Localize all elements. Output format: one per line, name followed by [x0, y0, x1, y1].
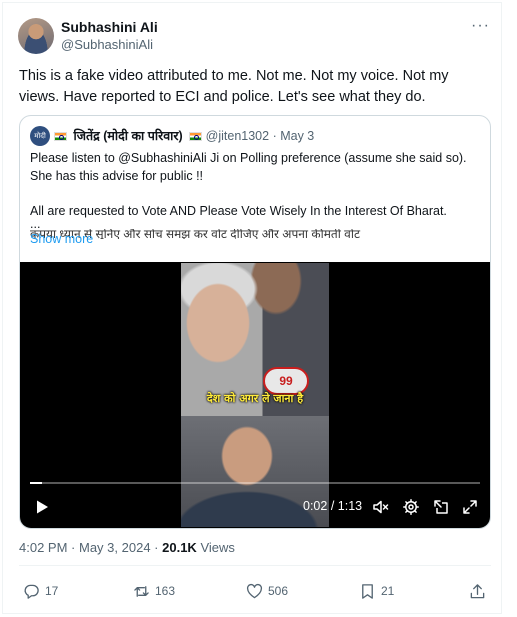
quoted-text: Please listen to @SubhashiniAli Ji on Po… [30, 150, 482, 239]
repost-count: 163 [155, 584, 176, 598]
quoted-line: All are requested to Vote AND Please Vot… [30, 203, 447, 218]
fullscreen-icon[interactable] [461, 498, 479, 516]
india-flag-icon [189, 132, 203, 141]
like-count: 506 [268, 584, 289, 598]
tweet-text: This is a fake video attributed to me. N… [19, 68, 449, 105]
india-flag-icon [54, 132, 67, 141]
separator-dot: · [154, 540, 163, 555]
divider [19, 565, 491, 566]
quoted-line: ... [30, 217, 41, 231]
reply-icon [24, 584, 39, 599]
repost-icon [134, 585, 149, 597]
tweet-timestamp: 4:02 PM · May 3, 2024 · 20.1K Views [19, 540, 235, 555]
quoted-author-handle[interactable]: @jiten1302 [206, 129, 269, 143]
views-label: Views [200, 540, 235, 555]
video-time-separator: / [330, 499, 338, 513]
more-dots-icon[interactable]: ··· [471, 17, 490, 35]
video-duration: 1:13 [337, 499, 363, 513]
reply-count: 17 [45, 584, 59, 598]
author-handle[interactable]: @SubhashiniAli [61, 37, 153, 52]
settings-gear-icon[interactable] [402, 498, 420, 516]
play-icon[interactable] [34, 499, 50, 515]
pip-icon[interactable] [432, 498, 450, 516]
quoted-date[interactable]: May 3 [280, 129, 314, 143]
author-name[interactable]: Subhashini Ali [61, 19, 158, 35]
video-caption: देश को अगर ले जाना है [206, 392, 304, 405]
bookmark-icon [362, 583, 373, 599]
bookmark-count: 21 [381, 584, 395, 598]
reply-button[interactable]: 17 [23, 581, 58, 601]
quoted-line: Please listen to @SubhashiniAli Ji on Po… [30, 151, 467, 165]
quoted-author-name[interactable]: जितेंद्र (मोदी का परिवार) [73, 129, 182, 143]
show-more-link[interactable]: Show more [30, 232, 93, 246]
video-current-time: 0:02 [303, 499, 328, 513]
separator-dot: · [71, 540, 79, 555]
repost-button[interactable]: 163 [133, 581, 175, 601]
quoted-line: She has this advise for public !! [30, 168, 204, 183]
mute-icon[interactable] [372, 498, 390, 516]
views-count: 20.1K [162, 540, 197, 555]
video-time: 0:02 / 1:13 [303, 499, 362, 513]
tweet-date[interactable]: May 3, 2024 [79, 540, 151, 555]
quoted-header: जितेंद्र (मोदी का परिवार) @jiten1302 · M… [54, 127, 314, 144]
tweet-card: Subhashini Ali @SubhashiniAli ··· This i… [2, 2, 502, 614]
like-button[interactable]: 506 [246, 581, 288, 601]
action-bar: 17 163 506 21 [3, 581, 503, 603]
bookmark-button[interactable]: 21 [359, 581, 394, 601]
avatar[interactable] [18, 18, 54, 54]
share-icon [470, 583, 485, 598]
video-progress-fill [30, 482, 42, 484]
video-frame: 99 देश को अगर ले जाना है [181, 263, 329, 527]
quoted-tweet[interactable]: मोदी जितेंद्र (मोदी का परिवार) @jiten130… [19, 115, 491, 529]
quoted-avatar[interactable]: मोदी [30, 126, 50, 146]
tweet-time[interactable]: 4:02 PM [19, 540, 67, 555]
video-progress-bar[interactable] [30, 482, 480, 484]
heart-icon [246, 583, 263, 598]
share-button[interactable] [469, 581, 486, 601]
quoted-line-truncated: कृपया ध्यान से सुनिए और सोच समझ कर वोट द… [30, 229, 360, 239]
video-player[interactable]: 99 देश को अगर ले जाना है 0:02 / 1:13 [20, 262, 490, 528]
